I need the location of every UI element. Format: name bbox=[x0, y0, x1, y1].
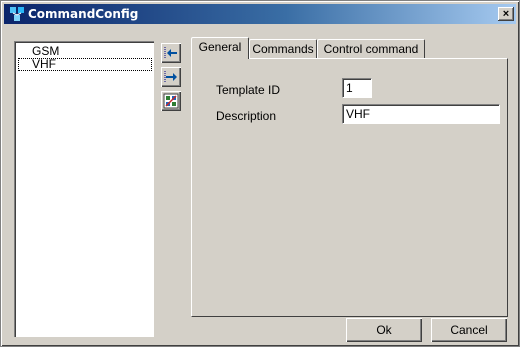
list-item[interactable]: VHF bbox=[18, 58, 152, 71]
close-icon: × bbox=[502, 8, 510, 20]
tab-label: Commands bbox=[252, 42, 314, 56]
general-tab-panel: Template ID 1 Description VHF bbox=[191, 58, 508, 317]
move-right-icon bbox=[164, 71, 177, 83]
list-item-label: VHF bbox=[32, 57, 56, 71]
template-list[interactable]: GSM VHF bbox=[14, 41, 154, 337]
app-icon bbox=[10, 7, 24, 21]
move-left-button[interactable] bbox=[161, 43, 181, 63]
ok-button[interactable]: Ok bbox=[346, 318, 422, 342]
description-field[interactable]: VHF bbox=[342, 104, 500, 124]
ok-button-label: Ok bbox=[376, 323, 392, 337]
template-id-field[interactable]: 1 bbox=[342, 78, 372, 98]
description-label: Description bbox=[216, 109, 277, 123]
tab-control-command[interactable]: Control command bbox=[317, 39, 425, 58]
config-button[interactable] bbox=[161, 91, 181, 111]
title-bar[interactable]: CommandConfig × bbox=[4, 4, 516, 24]
tab-general[interactable]: General bbox=[191, 37, 249, 59]
tab-label: Control command bbox=[323, 42, 419, 56]
tab-label: General bbox=[198, 40, 242, 54]
list-item-label: GSM bbox=[32, 44, 60, 58]
template-id-label: Template ID bbox=[216, 83, 281, 97]
window-title: CommandConfig bbox=[28, 7, 139, 21]
config-icon bbox=[163, 93, 179, 109]
command-config-window: CommandConfig × GSM VHF General Commands… bbox=[0, 0, 520, 347]
cancel-button[interactable]: Cancel bbox=[431, 318, 507, 342]
move-right-button[interactable] bbox=[161, 67, 181, 87]
tab-commands[interactable]: Commands bbox=[249, 39, 317, 58]
cancel-button-label: Cancel bbox=[450, 323, 488, 337]
close-button[interactable]: × bbox=[498, 7, 514, 21]
move-left-icon bbox=[164, 47, 177, 59]
